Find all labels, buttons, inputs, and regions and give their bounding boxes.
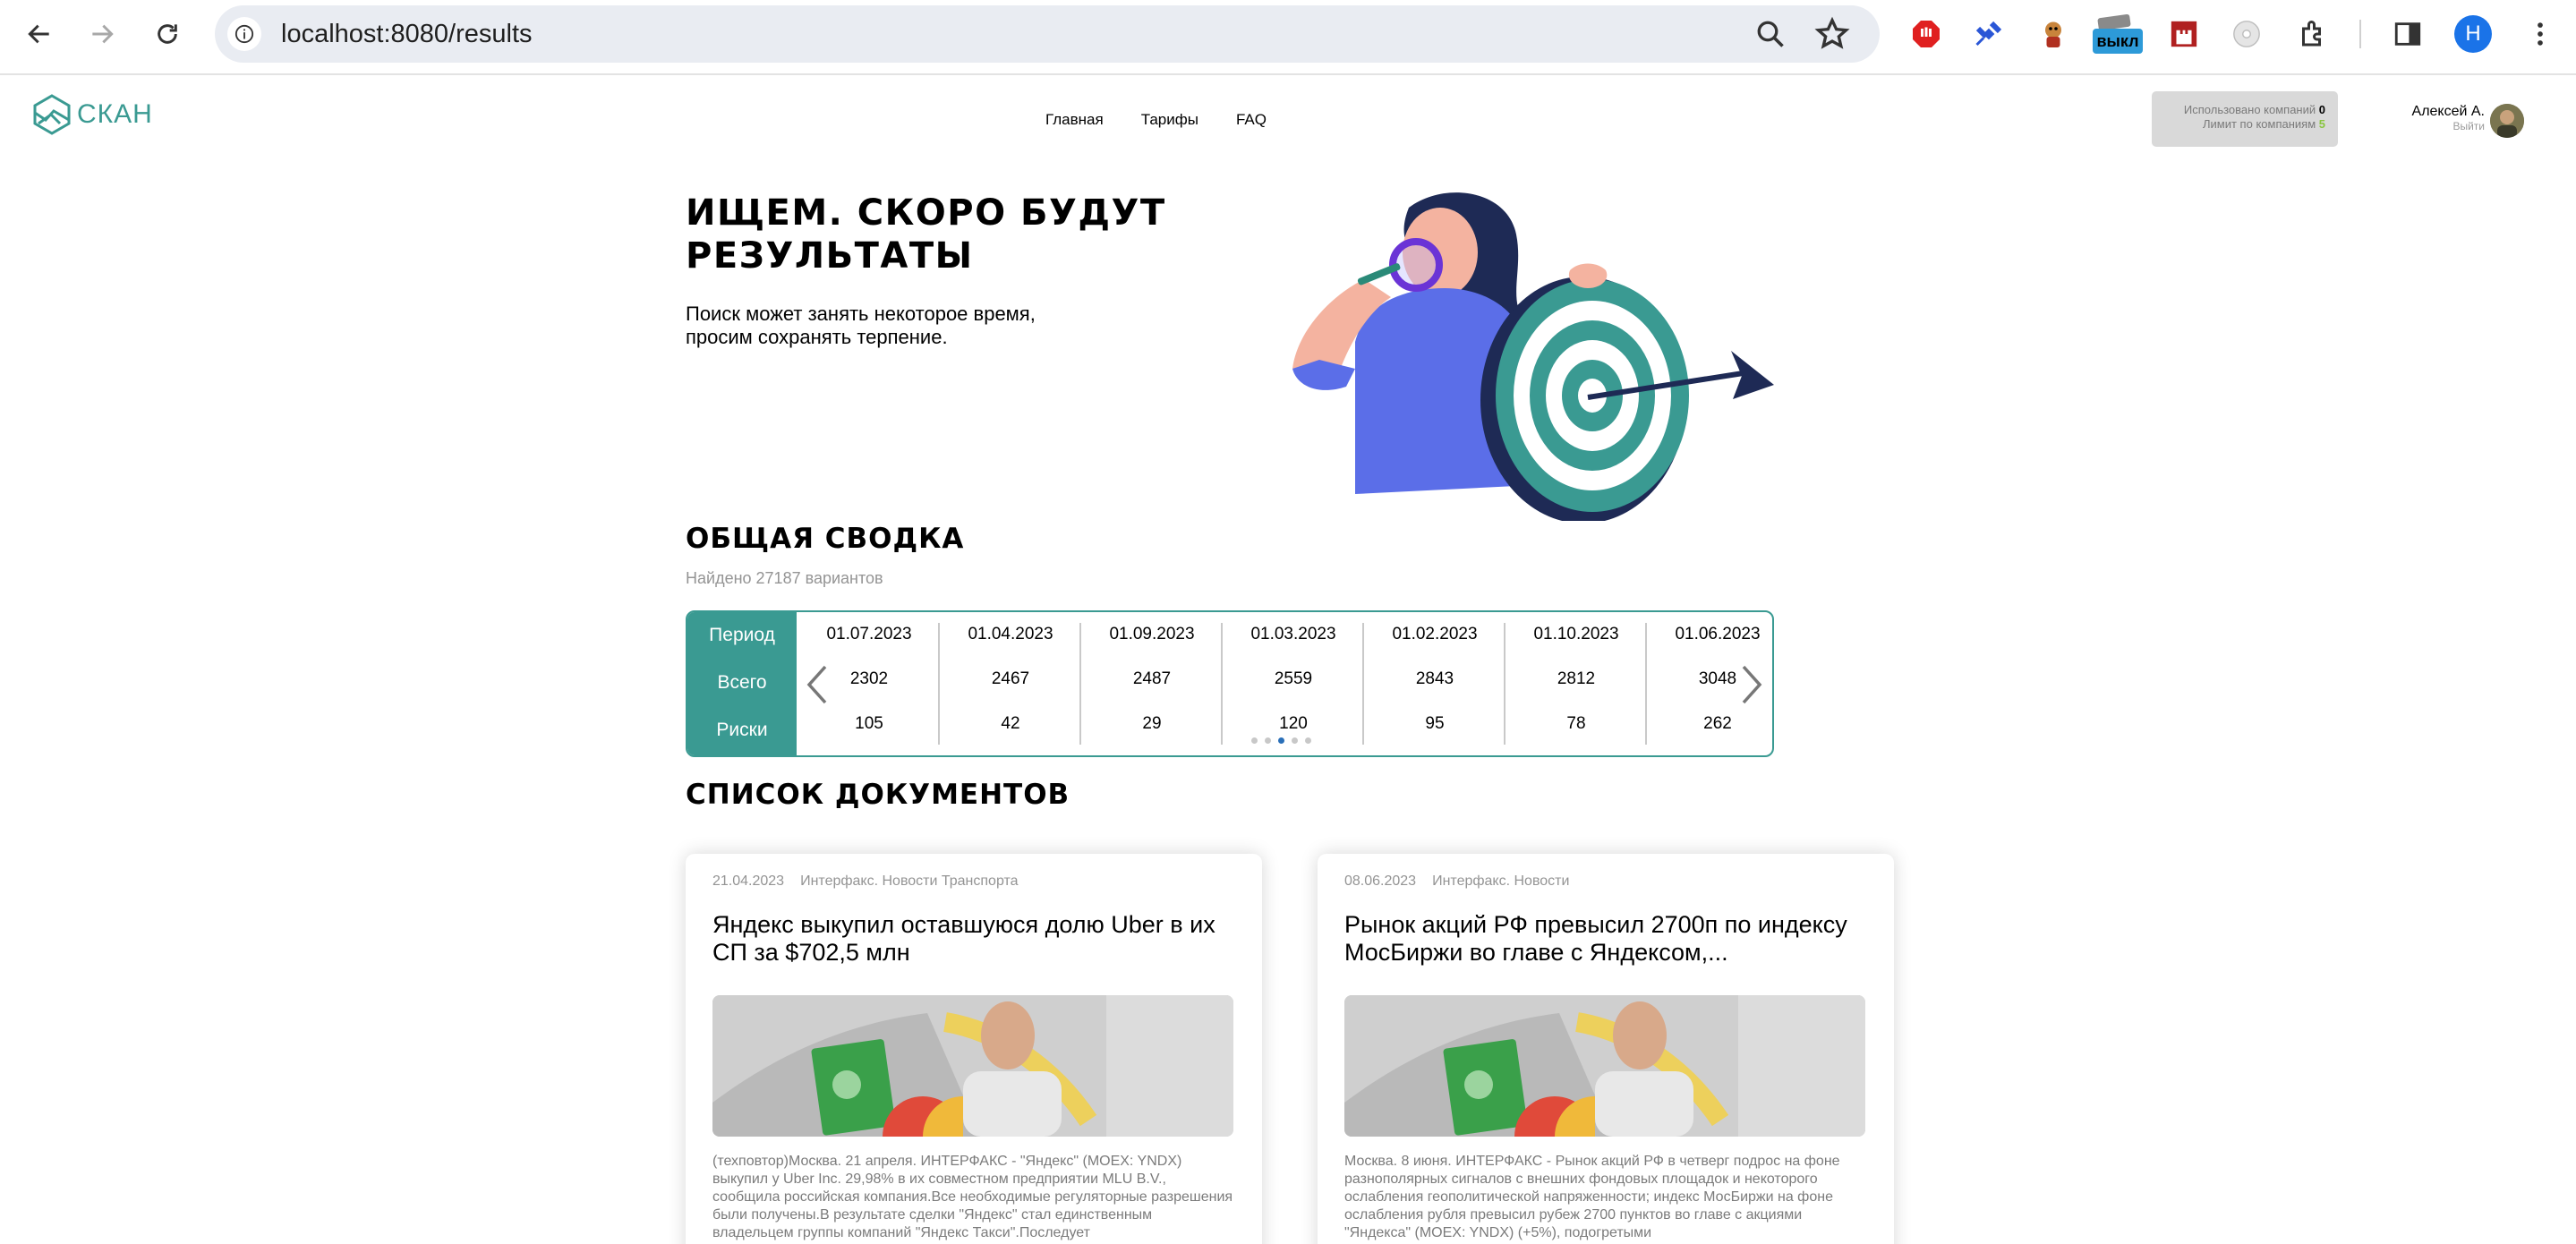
pagination-dot[interactable] bbox=[1251, 737, 1258, 744]
card-title[interactable]: Рынок акций РФ превысил 2700п по индексу… bbox=[1344, 911, 1872, 967]
summary-total-value: 2467 bbox=[991, 669, 1030, 688]
summary-column: 01.02.2023 2843 95 bbox=[1364, 612, 1506, 755]
zoom-icon[interactable] bbox=[1754, 18, 1787, 50]
summary-total-value: 2812 bbox=[1557, 669, 1596, 688]
summary-risks-value: 95 bbox=[1425, 714, 1445, 733]
logout-link[interactable]: Выйти bbox=[2372, 120, 2485, 132]
info-icon[interactable] bbox=[227, 17, 261, 51]
carousel-next-arrow[interactable] bbox=[1740, 664, 1763, 705]
summary-column: 01.03.2023 2559 120 bbox=[1223, 612, 1364, 755]
card-excerpt: (техповтор)Москва. 21 апреля. ИНТЕРФАКС … bbox=[712, 1154, 1233, 1240]
toggle-extension-icon[interactable]: выкл bbox=[2093, 13, 2145, 54]
summary-risks-value: 262 bbox=[1703, 714, 1732, 733]
back-button[interactable] bbox=[18, 13, 61, 55]
user-avatar[interactable] bbox=[2490, 104, 2524, 138]
company-limits-panel: Использовано компаний 0 Лимит по компани… bbox=[2152, 91, 2338, 147]
logo-text: СКАН bbox=[77, 99, 153, 129]
found-count: Найдено 27187 вариантов bbox=[686, 569, 883, 587]
extensions-icon[interactable] bbox=[2295, 16, 2331, 52]
summary-column: 01.10.2023 2812 78 bbox=[1506, 612, 1647, 755]
summary-carousel: Период Всего Риски 01.07.2023 2302 105 01.0… bbox=[686, 610, 1774, 757]
limit-companies-value: 5 bbox=[2318, 117, 2325, 131]
summary-total-value: 2843 bbox=[1415, 669, 1454, 688]
browser-toolbar: localhost:8080/results выкл H bbox=[0, 0, 2576, 75]
site-logo[interactable]: СКАН bbox=[30, 93, 153, 136]
document-card[interactable]: 21.04.2023 Интерфакс. Новости Транспорта … bbox=[686, 854, 1262, 1244]
card-image bbox=[1344, 995, 1865, 1137]
profile-avatar[interactable]: H bbox=[2454, 15, 2492, 53]
url-text[interactable]: localhost:8080/results bbox=[281, 20, 533, 49]
extension-badge: выкл bbox=[2093, 29, 2143, 54]
star-icon[interactable] bbox=[1814, 16, 1850, 52]
label-risks: Риски bbox=[716, 720, 768, 740]
card-title[interactable]: Яндекс выкупил оставшуюся долю Uber в их… bbox=[712, 911, 1241, 967]
card-date: 08.06.2023 bbox=[1344, 873, 1417, 889]
user-block: Алексей А. Выйти bbox=[2372, 104, 2485, 132]
used-companies-value: 0 bbox=[2318, 103, 2325, 116]
summary-risks-value: 29 bbox=[1142, 714, 1162, 733]
summary-period-value: 01.09.2023 bbox=[1109, 625, 1195, 643]
summary-period-value: 01.02.2023 bbox=[1392, 625, 1478, 643]
address-bar[interactable]: localhost:8080/results bbox=[215, 5, 1880, 63]
logo-icon bbox=[33, 94, 71, 135]
limit-companies-label: Лимит по компаниям bbox=[2203, 117, 2316, 131]
carousel-prev-arrow[interactable] bbox=[806, 664, 829, 705]
page-title: ИЩЕМ. СКОРО БУДУТ РЕЗУЛЬТАТЫ bbox=[686, 192, 1166, 277]
adblock-extension-icon[interactable] bbox=[1908, 16, 1944, 52]
summary-period-value: 01.10.2023 bbox=[1533, 625, 1619, 643]
summary-risks-value: 78 bbox=[1566, 714, 1586, 733]
summary-period-value: 01.03.2023 bbox=[1250, 625, 1336, 643]
summary-total-value: 2487 bbox=[1132, 669, 1172, 688]
summary-row-labels: Период Всего Риски bbox=[687, 612, 797, 755]
nav-tariffs[interactable]: Тарифы bbox=[1141, 111, 1198, 129]
castle-extension-icon[interactable] bbox=[2166, 16, 2202, 52]
menu-icon[interactable] bbox=[2522, 16, 2558, 52]
card-date: 21.04.2023 bbox=[712, 873, 785, 889]
character-extension-icon[interactable] bbox=[2035, 16, 2071, 52]
card-excerpt: Москва. 8 июня. ИНТЕРФАКС - Рынок акций … bbox=[1344, 1154, 1840, 1240]
card-source[interactable]: Интерфакс. Новости Транспорта bbox=[800, 873, 1018, 889]
summary-risks-value: 120 bbox=[1279, 714, 1308, 733]
summary-title: ОБЩАЯ СВОДКА bbox=[686, 523, 965, 555]
pagination-dot[interactable] bbox=[1292, 737, 1298, 744]
label-period: Период bbox=[709, 625, 775, 645]
summary-column: 01.04.2023 2467 42 bbox=[940, 612, 1081, 755]
summary-column: 01.09.2023 2487 29 bbox=[1081, 612, 1223, 755]
document-card[interactable]: 08.06.2023 Интерфакс. Новости Рынок акций… bbox=[1318, 854, 1894, 1244]
summary-total-value: 2559 bbox=[1274, 669, 1313, 688]
reload-button[interactable] bbox=[146, 13, 189, 55]
used-companies-label: Использовано компаний bbox=[2183, 103, 2316, 116]
forward-button[interactable] bbox=[81, 13, 124, 55]
card-source[interactable]: Интерфакс. Новости bbox=[1432, 873, 1569, 889]
disc-extension-icon[interactable] bbox=[2229, 16, 2265, 52]
summary-risks-value: 42 bbox=[1001, 714, 1020, 733]
nav-home[interactable]: Главная bbox=[1045, 111, 1104, 129]
card-image bbox=[712, 995, 1233, 1137]
main-nav: Главная Тарифы FAQ bbox=[1045, 111, 1267, 129]
reload-icon bbox=[158, 24, 177, 44]
pagination-dot[interactable] bbox=[1305, 737, 1311, 744]
card-meta: 21.04.2023 Интерфакс. Новости Транспорта bbox=[712, 873, 1019, 890]
sidepanel-icon[interactable] bbox=[2390, 16, 2426, 52]
summary-period-value: 01.06.2023 bbox=[1675, 625, 1761, 643]
summary-risks-value: 105 bbox=[855, 714, 883, 733]
satellite-extension-icon[interactable] bbox=[1971, 16, 2007, 52]
summary-period-value: 01.04.2023 bbox=[968, 625, 1053, 643]
pagination-dot[interactable] bbox=[1278, 737, 1284, 744]
summary-period-value: 01.07.2023 bbox=[826, 625, 912, 643]
pagination-dot[interactable] bbox=[1265, 737, 1271, 744]
nav-faq[interactable]: FAQ bbox=[1236, 111, 1267, 129]
documents-title: СПИСОК ДОКУМЕНТОВ bbox=[686, 779, 1070, 811]
toolbar-divider bbox=[2359, 20, 2361, 48]
searching-woman-illustration bbox=[1292, 192, 1774, 521]
page-subtitle: Поиск может занять некоторое время, прос… bbox=[686, 302, 1036, 348]
back-icon bbox=[28, 24, 49, 44]
forward-icon bbox=[92, 24, 114, 44]
card-meta: 08.06.2023 Интерфакс. Новости bbox=[1344, 873, 1569, 890]
carousel-pagination bbox=[1251, 737, 1311, 744]
summary-columns: 01.07.2023 2302 105 01.04.2023 2467 42 01.09.2… bbox=[797, 612, 1772, 755]
label-total: Всего bbox=[717, 672, 767, 693]
user-name: Алексей А. bbox=[2411, 104, 2485, 119]
